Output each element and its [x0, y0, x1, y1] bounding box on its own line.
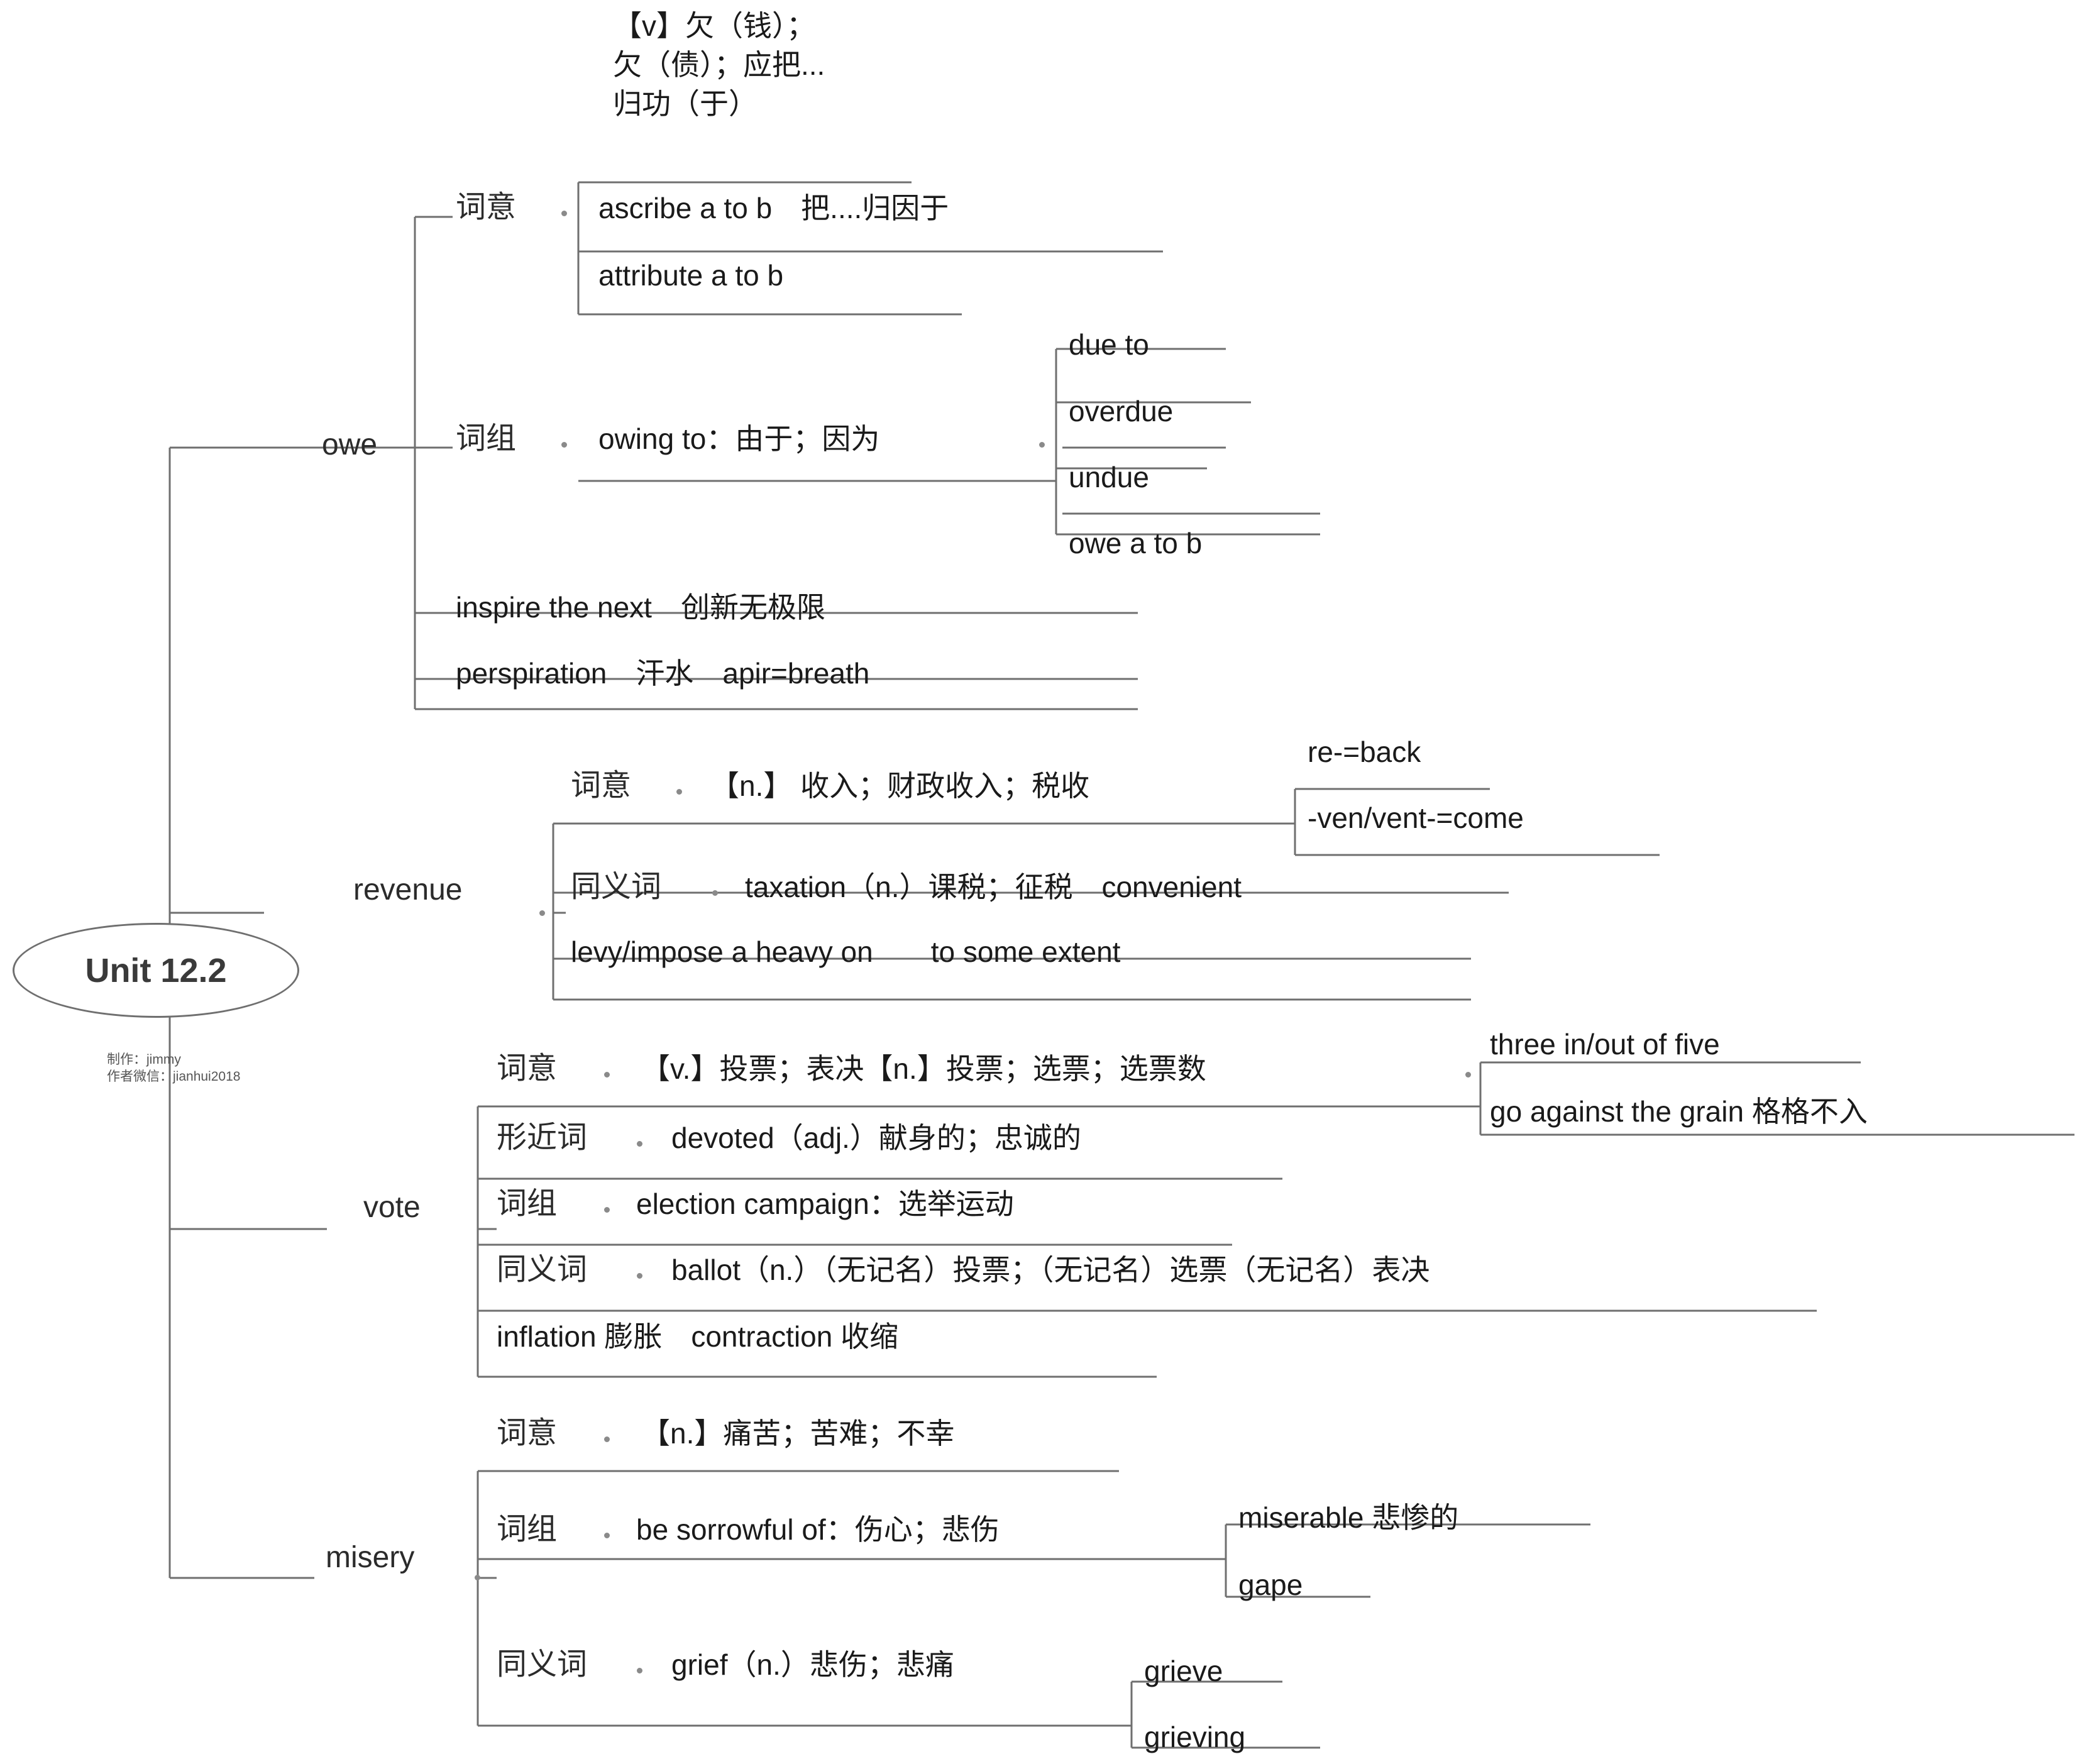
- branch-label-owe[interactable]: owe: [322, 427, 377, 462]
- owe-cizu-label[interactable]: 词组: [456, 421, 516, 456]
- misery-cizu-sub-1: miserable 悲惨的: [1238, 1501, 1459, 1534]
- bullet-dot-icon: [637, 1273, 642, 1279]
- owe-cizu-sub-3: undue: [1069, 461, 1149, 493]
- credit-line-1: 制作：jimmy: [107, 1052, 181, 1067]
- vote-xingjinci-item-1: devoted（adj.）献身的；忠诚的: [671, 1122, 1081, 1154]
- misery-ciyi-item-1: 【n.】痛苦；苦难；不幸: [641, 1417, 955, 1450]
- root-node[interactable]: Unit 12.2: [13, 923, 299, 1018]
- bullet-dot-icon: [561, 442, 567, 448]
- bullet-dot-icon: [604, 1533, 610, 1538]
- revenue-extra-item-1: levy/impose a heavy on to some extent: [571, 935, 1121, 968]
- mindmap-canvas: Unit 12.2 制作：jimmy 作者微信：jianhui2018 owe …: [0, 0, 2077, 1764]
- owe-extra-item-2: perspiration 汗水 apir=breath: [456, 657, 870, 690]
- vote-ciyi-item-1: 【v.】投票；表决【n.】投票；选票；选票数: [641, 1052, 1206, 1085]
- owe-cizu-sub-1: due to: [1069, 328, 1149, 361]
- owe-extra-item-1: inspire the next 创新无极限: [456, 591, 825, 624]
- bullet-dot-icon: [637, 1141, 642, 1147]
- vote-xingjinci-label[interactable]: 形近词: [497, 1120, 587, 1155]
- bullet-dot-icon: [604, 1436, 610, 1442]
- bullet-dot-icon: [1465, 1072, 1471, 1078]
- owe-meaning-lines: 【v】欠（钱）； 欠（债）；应把... 归功（于）: [613, 6, 825, 123]
- misery-tongyici-sub-2: grieving: [1144, 1721, 1246, 1753]
- misery-tongyici-item-1: grief（n.）悲伤；悲痛: [671, 1648, 954, 1681]
- bullet-dot-icon: [539, 910, 545, 916]
- branch-label-vote[interactable]: vote: [363, 1190, 421, 1225]
- bullet-dot-icon: [604, 1207, 610, 1213]
- author-credit: 制作：jimmy 作者微信：jianhui2018: [107, 1051, 240, 1086]
- revenue-ciyi-sub-2: -ven/vent-=come: [1308, 802, 1524, 834]
- misery-ciyi-label[interactable]: 词意: [497, 1416, 557, 1450]
- bullet-dot-icon: [475, 1575, 480, 1580]
- owe-meaning-line-3: 归功（于）: [613, 87, 758, 121]
- owe-ciyi-item-1: ascribe a to b 把....归因于: [598, 192, 949, 224]
- vote-extra-item-1: inflation 膨胀 contraction 收缩: [497, 1320, 899, 1353]
- owe-meaning-line-2: 欠（债）；应把...: [613, 48, 825, 82]
- owe-meaning-line-1: 【v】欠（钱）；: [613, 9, 815, 42]
- owe-ciyi-label[interactable]: 词意: [456, 190, 516, 224]
- vote-ciyi-label[interactable]: 词意: [497, 1051, 557, 1086]
- misery-cizu-sub-2: gape: [1238, 1568, 1303, 1601]
- revenue-ciyi-label[interactable]: 词意: [571, 768, 631, 803]
- branch-label-revenue[interactable]: revenue: [353, 873, 462, 907]
- owe-ciyi-item-2: attribute a to b: [598, 259, 784, 292]
- owe-cizu-item-1: owing to：由于；因为: [598, 422, 880, 455]
- bullet-dot-icon: [676, 789, 682, 795]
- vote-tongyici-label[interactable]: 同义词: [497, 1252, 587, 1287]
- owe-cizu-sub-4: owe a to b: [1069, 527, 1203, 560]
- bullet-dot-icon: [1039, 442, 1045, 448]
- root-label: Unit 12.2: [85, 951, 227, 989]
- misery-tongyici-sub-1: grieve: [1144, 1655, 1223, 1687]
- bullet-dot-icon: [561, 211, 567, 216]
- bullet-dot-icon: [637, 1668, 642, 1673]
- misery-tongyici-label[interactable]: 同义词: [497, 1647, 587, 1682]
- revenue-ciyi-sub-1: re-=back: [1308, 736, 1421, 768]
- misery-cizu-item-1: be sorrowful of：伤心；悲伤: [636, 1513, 1000, 1546]
- branch-label-misery[interactable]: misery: [326, 1540, 414, 1575]
- vote-cizu-label[interactable]: 词组: [497, 1186, 557, 1221]
- vote-ciyi-sub-1: three in/out of five: [1490, 1028, 1720, 1061]
- vote-ciyi-sub-2: go against the grain 格格不入: [1490, 1095, 1868, 1128]
- vote-cizu-item-1: election campaign：选举运动: [636, 1188, 1014, 1220]
- owe-cizu-sub-2: overdue: [1069, 395, 1174, 427]
- bullet-dot-icon: [712, 890, 718, 896]
- vote-tongyici-item-1: ballot（n.）（无记名）投票；（无记名）选票（无记名）表决: [671, 1254, 1430, 1286]
- revenue-tongyici-label[interactable]: 同义词: [571, 869, 661, 904]
- credit-line-2: 作者微信：jianhui2018: [107, 1069, 241, 1084]
- bullet-dot-icon: [604, 1072, 610, 1078]
- misery-cizu-label[interactable]: 词组: [497, 1512, 557, 1546]
- revenue-ciyi-item-1: 【n.】 收入；财政收入；税收: [710, 769, 1090, 802]
- revenue-tongyici-item-1: taxation（n.）课税；征税 convenient: [745, 871, 1242, 903]
